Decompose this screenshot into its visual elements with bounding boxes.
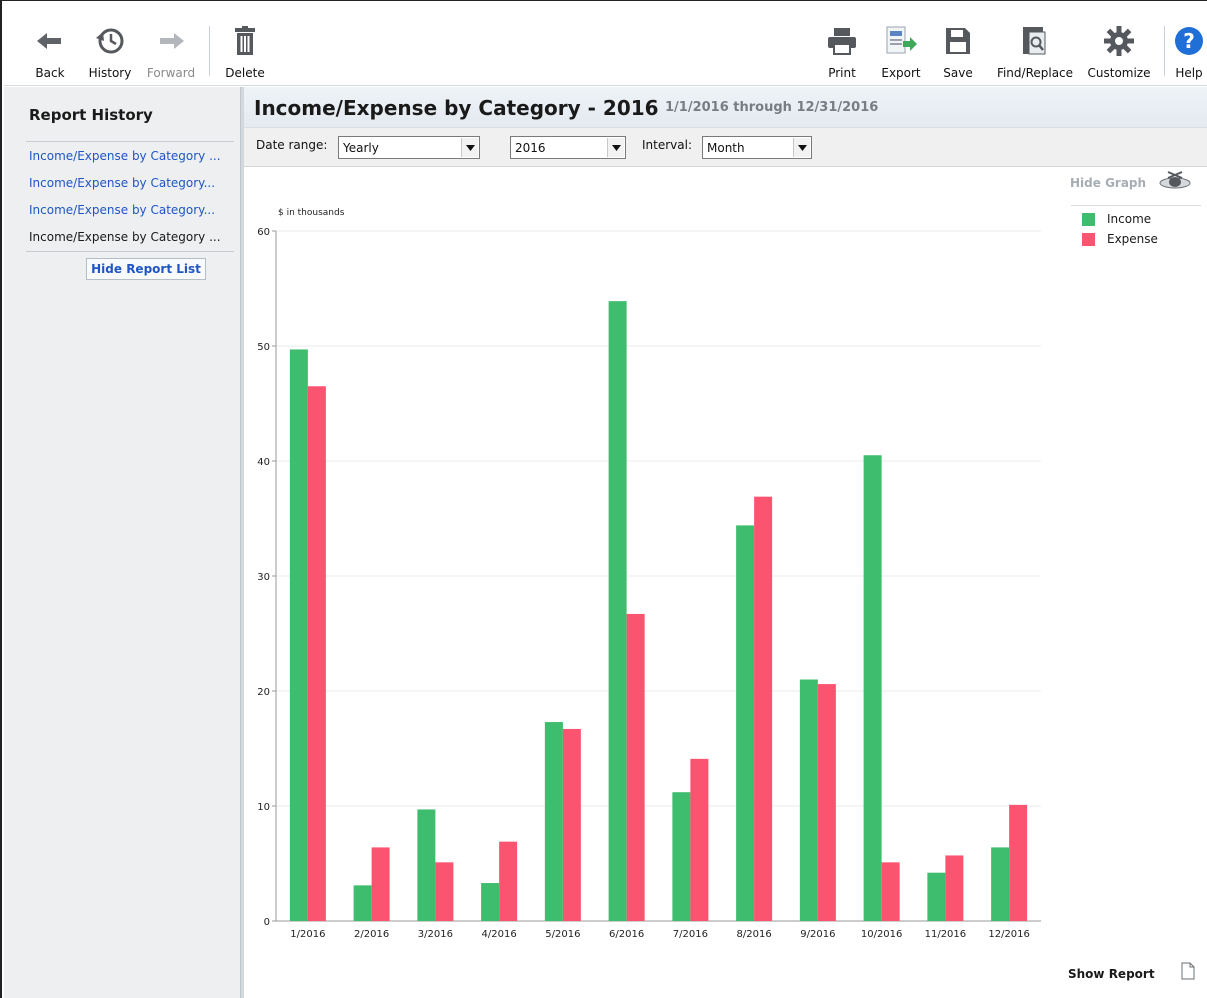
- x-tick-label: 5/2016: [545, 929, 580, 940]
- bar-income: [481, 883, 500, 921]
- sidebar-divider: [26, 141, 234, 142]
- sidebar-title: Report History: [29, 106, 153, 124]
- legend-item-expense: Expense: [1082, 232, 1158, 246]
- hide-graph-link[interactable]: Hide Graph: [1070, 176, 1146, 190]
- back-button[interactable]: Back: [32, 2, 68, 86]
- bar-expense: [881, 862, 900, 921]
- print-button[interactable]: Print: [822, 2, 862, 86]
- bar-expense: [754, 496, 773, 921]
- x-tick-label: 10/2016: [861, 929, 903, 940]
- bar-income: [544, 722, 563, 921]
- find-replace-icon: [1018, 26, 1052, 56]
- bar-expense: [945, 855, 964, 921]
- report-history-sidebar: Report History Income/Expense by Categor…: [4, 87, 240, 998]
- floppy-disk-icon: [941, 26, 975, 56]
- gear-icon: [1102, 26, 1136, 56]
- bar-expense: [817, 684, 836, 921]
- bar-income: [353, 885, 372, 921]
- history-clock-icon: [93, 26, 127, 56]
- help-button[interactable]: ? Help: [1172, 2, 1206, 86]
- y-tick-label: 30: [257, 572, 270, 583]
- forward-button[interactable]: Forward: [144, 2, 198, 86]
- document-icon[interactable]: [1181, 962, 1195, 980]
- report-history-item-current[interactable]: Income/Expense by Category ...: [29, 230, 234, 244]
- bar-expense: [690, 758, 709, 921]
- bar-income: [289, 349, 308, 921]
- hide-graph-eye-icon[interactable]: [1158, 169, 1192, 193]
- bar-income: [672, 792, 691, 921]
- bar-expense: [1009, 804, 1028, 921]
- export-button[interactable]: Export: [878, 2, 924, 86]
- show-report-link[interactable]: Show Report: [1068, 967, 1155, 981]
- help-question-icon: ?: [1172, 26, 1206, 56]
- income-expense-chart: 0 10 20 30 40 50 60 $ in thousands 1/2016 2/2016 3…: [257, 208, 1041, 940]
- report-history-item-1[interactable]: Income/Expense by Category ...: [29, 149, 234, 163]
- hide-report-list-button[interactable]: Hide Report List: [86, 258, 206, 280]
- x-tick-label: 12/2016: [988, 929, 1030, 940]
- x-tick-label: 8/2016: [737, 929, 772, 940]
- toolbar-separator: [209, 26, 210, 76]
- find-replace-button[interactable]: Find/Replace: [992, 2, 1078, 86]
- bar-income: [417, 809, 436, 921]
- bar-expense: [562, 728, 581, 921]
- report-main: Income/Expense by Category - 2016 1/1/20…: [244, 87, 1207, 998]
- legend-divider: [1071, 205, 1201, 206]
- legend-item-income: Income: [1082, 212, 1151, 226]
- legend-label-income: Income: [1107, 212, 1152, 226]
- x-tick-label: 3/2016: [418, 929, 453, 940]
- bar-income: [927, 872, 946, 921]
- toolbar: Back History Forward Delete Print Export…: [4, 2, 1207, 86]
- x-tick-label: 2/2016: [354, 929, 389, 940]
- report-history-item-2[interactable]: Income/Expense by Category...: [29, 176, 234, 190]
- bar-expense: [371, 847, 390, 921]
- history-button[interactable]: History: [86, 2, 134, 86]
- y-tick-label: 20: [257, 687, 270, 698]
- y-axis-label: $ in thousands: [278, 208, 345, 218]
- bar-expense: [626, 613, 645, 921]
- bar-income: [736, 525, 755, 921]
- x-tick-label: 9/2016: [800, 929, 835, 940]
- trash-icon: [228, 26, 262, 56]
- back-arrow-icon: [33, 26, 67, 56]
- bar-income: [991, 847, 1010, 921]
- svg-text:?: ?: [1183, 29, 1195, 53]
- bar-income: [863, 455, 882, 921]
- bar-income: [608, 301, 627, 921]
- y-tick-label: 50: [257, 342, 270, 353]
- y-tick-label: 40: [257, 457, 270, 468]
- bar-expense: [499, 841, 518, 921]
- app-window: Back History Forward Delete Print Export…: [0, 0, 1207, 998]
- forward-arrow-icon: [154, 26, 188, 56]
- x-tick-label: 11/2016: [925, 929, 967, 940]
- y-tick-label: 10: [257, 802, 270, 813]
- save-button[interactable]: Save: [940, 2, 976, 86]
- bar-income: [799, 679, 818, 921]
- x-tick-label: 6/2016: [609, 929, 644, 940]
- x-tick-label: 4/2016: [482, 929, 517, 940]
- y-tick-label: 60: [257, 227, 270, 238]
- x-tick-label: 7/2016: [673, 929, 708, 940]
- bar-expense: [435, 862, 454, 921]
- legend-label-expense: Expense: [1107, 232, 1158, 246]
- x-tick-label: 1/2016: [290, 929, 325, 940]
- toolbar-separator: [1164, 26, 1165, 76]
- customize-button[interactable]: Customize: [1084, 2, 1154, 86]
- bar-expense: [307, 386, 326, 921]
- sidebar-divider: [26, 251, 234, 252]
- delete-button[interactable]: Delete: [222, 2, 268, 86]
- y-tick-label: 0: [264, 917, 270, 928]
- legend-swatch-income: [1082, 212, 1095, 226]
- printer-icon: [825, 26, 859, 56]
- report-history-item-3[interactable]: Income/Expense by Category...: [29, 203, 234, 217]
- export-icon: [884, 26, 918, 56]
- legend-swatch-expense: [1082, 232, 1095, 246]
